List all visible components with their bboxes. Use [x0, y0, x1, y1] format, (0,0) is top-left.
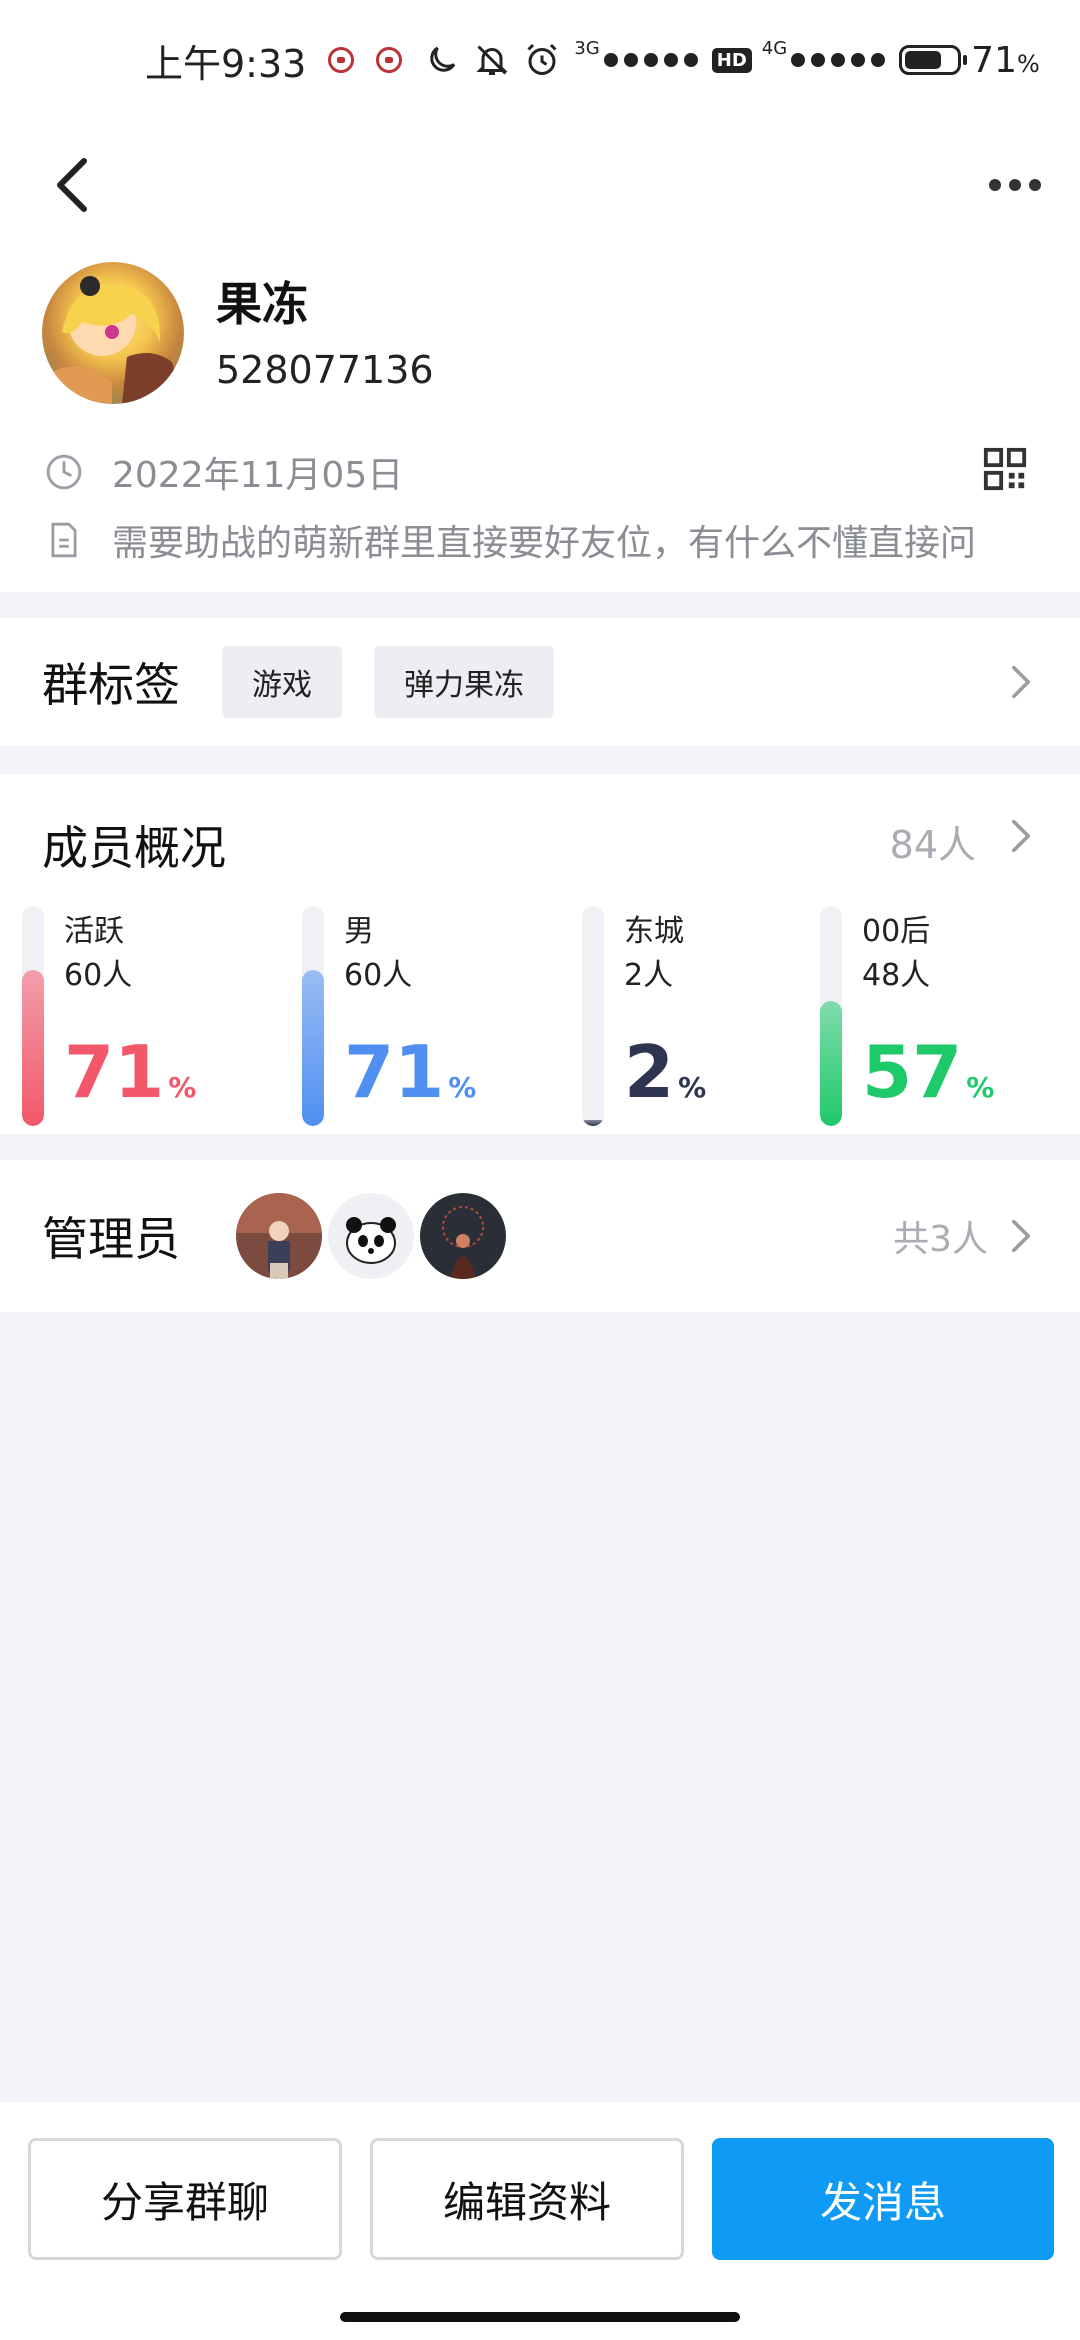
send-message-button[interactable]: 发消息	[712, 2138, 1054, 2260]
group-profile-card: 果冻 528077136 2022年11月05日 需要助战的萌新群里直接要好友位…	[0, 120, 1080, 592]
stat-bar-fill	[22, 970, 44, 1126]
notification-app-icon	[328, 47, 355, 73]
admin-avatar[interactable]	[328, 1193, 414, 1279]
member-overview: 成员概况 84人 活跃 60人 71% 男 60人 71% 东城 2人 2% 0…	[0, 774, 1080, 1134]
battery-percent: 71%	[971, 39, 1040, 81]
signal-dots-icon	[603, 53, 698, 67]
share-group-button[interactable]: 分享群聊	[28, 2138, 342, 2260]
stat-label: 东城	[624, 914, 684, 949]
group-name: 果冻	[216, 277, 308, 331]
mute-bell-icon	[474, 42, 510, 78]
admins-row[interactable]: 管理员 共3人	[0, 1160, 1080, 1312]
member-overview-title: 成员概况	[42, 821, 226, 875]
group-description-row: 需要助战的萌新群里直接要好友位，有什么不懂直接问	[44, 514, 976, 566]
moon-icon	[424, 42, 460, 78]
admin-avatar-list	[236, 1193, 506, 1279]
admin-avatar[interactable]	[236, 1193, 322, 1279]
admin-avatar[interactable]	[420, 1193, 506, 1279]
status-time: 上午9:33	[145, 41, 307, 86]
group-id[interactable]: 528077136	[216, 348, 434, 392]
battery-icon	[899, 45, 968, 75]
clock-icon	[44, 452, 84, 492]
alarm-icon	[524, 42, 560, 78]
stat-percent: 2%	[624, 1030, 707, 1114]
group-tags-title: 群标签	[42, 658, 180, 712]
stat-label: 活跃	[64, 914, 124, 949]
admin-total: 共3人	[893, 1219, 988, 1260]
network-3g-label: 3G	[574, 38, 600, 59]
more-button[interactable]	[980, 150, 1050, 220]
stat-bar-track	[22, 906, 44, 1126]
tag-item[interactable]: 游戏	[222, 646, 342, 718]
tag-list: 游戏 弹力果冻	[222, 646, 554, 718]
group-description: 需要助战的萌新群里直接要好友位，有什么不懂直接问	[112, 523, 977, 564]
notification-app-icon-2	[376, 47, 403, 73]
edit-profile-button[interactable]: 编辑资料	[370, 2138, 684, 2260]
stat-percent: 71%	[344, 1030, 477, 1114]
home-indicator[interactable]	[340, 2312, 740, 2322]
document-icon	[44, 520, 84, 560]
back-button[interactable]	[52, 140, 112, 230]
qr-code-button[interactable]	[982, 446, 1028, 492]
created-date: 2022年11月05日	[112, 455, 404, 496]
stat-count: 2人	[624, 958, 674, 993]
qr-code-icon	[983, 447, 1027, 491]
tag-item[interactable]: 弹力果冻	[374, 646, 554, 718]
chevron-right-icon[interactable]	[1006, 816, 1036, 856]
signal-dots-icon-2	[791, 53, 886, 67]
stat-percent: 71%	[64, 1030, 197, 1114]
created-date-row: 2022年11月05日	[44, 446, 403, 498]
stat-bar-fill	[820, 1001, 842, 1126]
network-4g-label: 4G	[761, 38, 788, 59]
chevron-left-icon	[57, 158, 87, 212]
stat-bar-track	[302, 906, 324, 1126]
stat-percent: 57%	[862, 1030, 995, 1114]
group-avatar[interactable]	[42, 262, 184, 404]
stat-count: 48人	[862, 958, 931, 993]
member-count[interactable]: 84人	[890, 814, 976, 869]
stat-bar-fill	[582, 1120, 604, 1126]
stat-count: 60人	[64, 958, 133, 993]
stat-bar-track	[582, 906, 604, 1126]
chevron-right-icon	[1006, 662, 1036, 702]
status-bar: 上午9:33 3G HD 4G 71%	[0, 0, 1080, 120]
stat-count: 60人	[344, 958, 413, 993]
hd-badge: HD	[711, 47, 752, 73]
admins-title: 管理员	[42, 1212, 180, 1266]
stat-label: 男	[344, 914, 374, 949]
stat-bar-fill	[302, 970, 324, 1126]
more-horizontal-icon	[989, 179, 1001, 191]
bottom-action-bar: 分享群聊 编辑资料 发消息	[0, 2102, 1080, 2340]
stat-bar-track	[820, 906, 842, 1126]
chevron-right-icon	[1006, 1216, 1036, 1256]
group-tags-row[interactable]: 群标签 游戏 弹力果冻	[0, 618, 1080, 746]
stat-label: 00后	[862, 914, 931, 949]
